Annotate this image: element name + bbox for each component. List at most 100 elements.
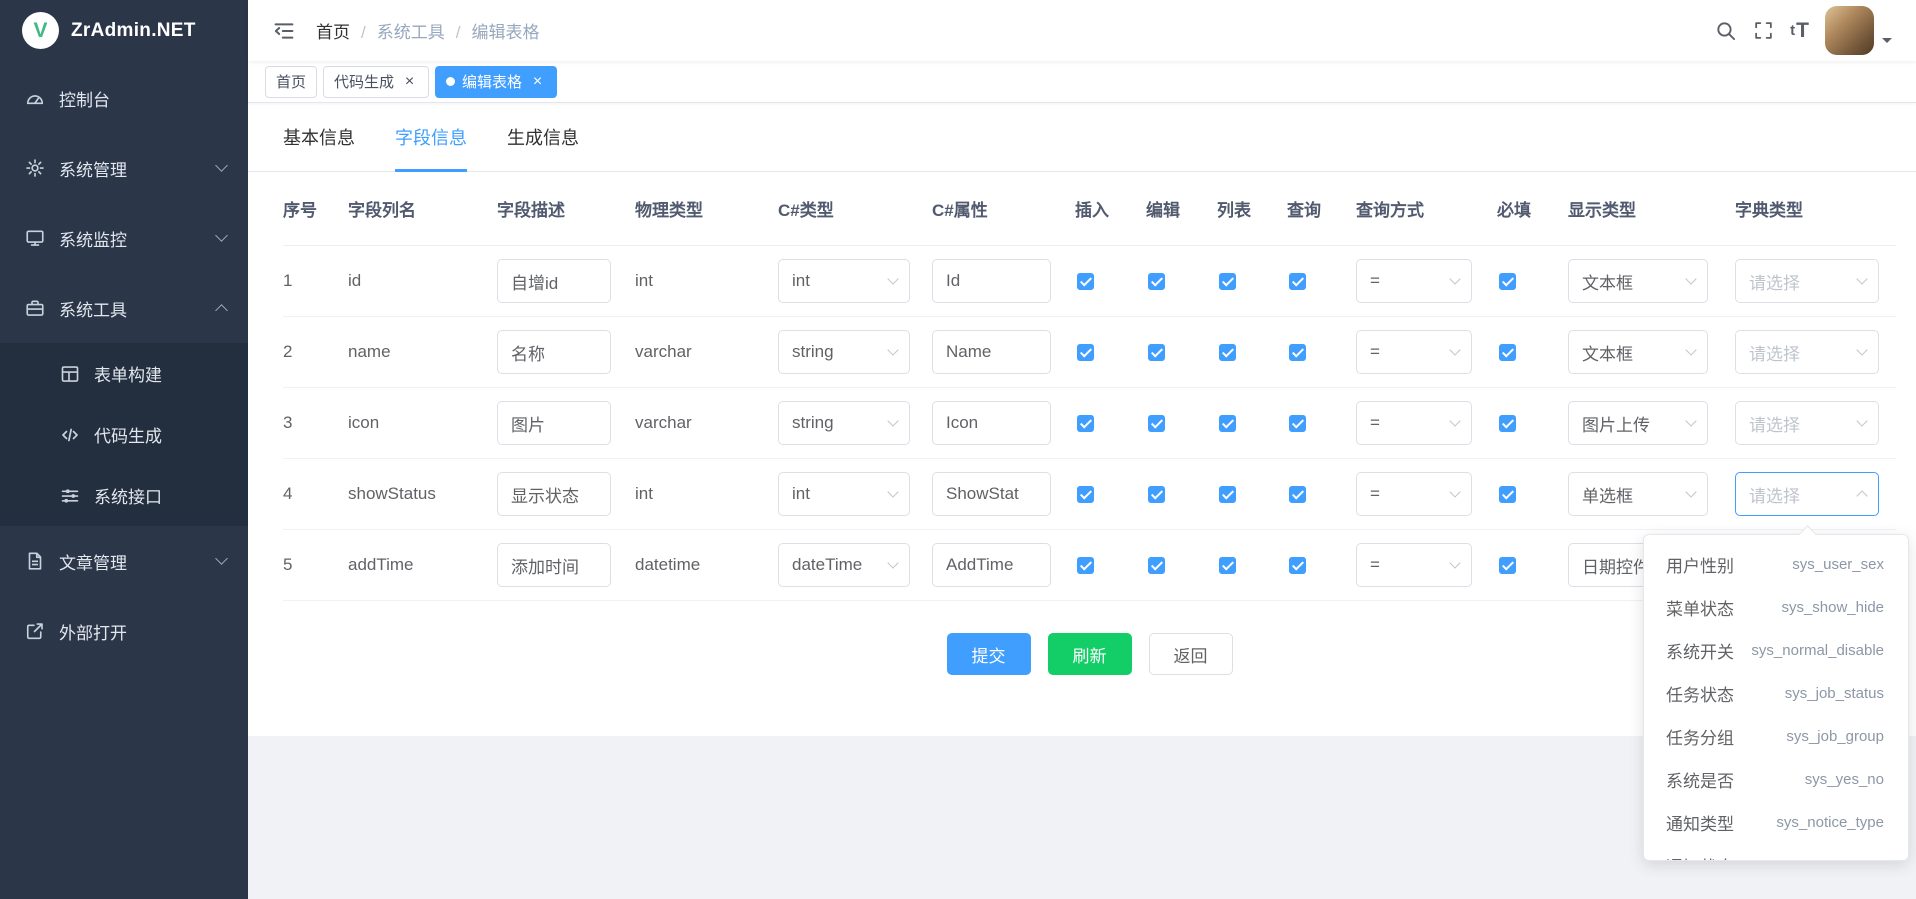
query-mode-select[interactable]: = bbox=[1356, 543, 1472, 587]
required-checkbox[interactable] bbox=[1499, 557, 1516, 574]
navbar-actions bbox=[1715, 6, 1892, 55]
table-row: 1 id 自增id int int Id = 文本框 bbox=[283, 246, 1896, 317]
list-checkbox[interactable] bbox=[1219, 344, 1236, 361]
list-checkbox[interactable] bbox=[1219, 557, 1236, 574]
query-checkbox[interactable] bbox=[1289, 273, 1306, 290]
required-checkbox[interactable] bbox=[1499, 344, 1516, 361]
breadcrumb-item[interactable]: 系统工具 bbox=[350, 18, 445, 43]
fullscreen-icon[interactable] bbox=[1753, 20, 1774, 41]
csharp-attr-input[interactable]: AddTime bbox=[932, 543, 1051, 587]
csharp-attr-input[interactable]: Name bbox=[932, 330, 1051, 374]
sidebar-menu-item[interactable]: 文章管理 bbox=[0, 526, 248, 596]
display-type-select[interactable]: 文本框 bbox=[1568, 259, 1708, 303]
list-checkbox[interactable] bbox=[1219, 415, 1236, 432]
sidebar-menu-item[interactable]: 系统工具 bbox=[0, 273, 248, 343]
display-type-select[interactable]: 图片上传 bbox=[1568, 401, 1708, 445]
sidebar-menu-item[interactable]: 系统管理 bbox=[0, 133, 248, 203]
edit-checkbox[interactable] bbox=[1148, 486, 1165, 503]
dict-option[interactable]: 任务状态 sys_job_status bbox=[1644, 672, 1908, 715]
insert-checkbox[interactable] bbox=[1077, 486, 1094, 503]
breadcrumb-item[interactable]: 编辑表格 bbox=[445, 18, 540, 43]
tag-close-icon[interactable]: × bbox=[529, 73, 546, 90]
row-index: 4 bbox=[283, 484, 348, 504]
search-icon[interactable] bbox=[1715, 20, 1737, 42]
query-mode-select[interactable]: = bbox=[1356, 472, 1472, 516]
tab[interactable]: 生成信息 bbox=[507, 103, 579, 172]
query-mode-select[interactable]: = bbox=[1356, 330, 1472, 374]
font-size-icon[interactable] bbox=[1790, 19, 1809, 43]
sidebar-toggle-icon[interactable] bbox=[272, 19, 296, 43]
display-type-select[interactable]: 文本框 bbox=[1568, 330, 1708, 374]
insert-checkbox[interactable] bbox=[1077, 415, 1094, 432]
csharp-attr-input[interactable]: Id bbox=[932, 259, 1051, 303]
dict-type-select[interactable]: 请选择 bbox=[1735, 330, 1879, 374]
sidebar-menu-item[interactable]: 外部打开 bbox=[0, 596, 248, 666]
tag-close-icon[interactable]: × bbox=[401, 73, 418, 90]
dict-option[interactable]: 菜单状态 sys_show_hide bbox=[1644, 586, 1908, 629]
display-type-select[interactable]: 单选框 bbox=[1568, 472, 1708, 516]
dict-type-select[interactable]: 请选择 bbox=[1735, 472, 1879, 516]
csharp-type-select[interactable]: int bbox=[778, 259, 910, 303]
edit-checkbox[interactable] bbox=[1148, 557, 1165, 574]
dict-option[interactable]: 系统是否 sys_yes_no bbox=[1644, 758, 1908, 801]
table-row: 3 icon 图片 varchar string Icon = bbox=[283, 388, 1896, 459]
chevron-down-icon bbox=[1856, 344, 1867, 355]
query-checkbox[interactable] bbox=[1289, 486, 1306, 503]
csharp-attr-input[interactable]: ShowStat bbox=[932, 472, 1051, 516]
tab[interactable]: 字段信息 bbox=[395, 103, 467, 172]
dict-type-select[interactable]: 请选择 bbox=[1735, 401, 1879, 445]
csharp-type-select[interactable]: string bbox=[778, 330, 910, 374]
query-checkbox[interactable] bbox=[1289, 344, 1306, 361]
csharp-type-select[interactable]: dateTime bbox=[778, 543, 910, 587]
list-checkbox[interactable] bbox=[1219, 273, 1236, 290]
edit-checkbox[interactable] bbox=[1148, 273, 1165, 290]
dict-option[interactable]: 用户性别 sys_user_sex bbox=[1644, 543, 1908, 586]
sidebar-menu-item[interactable]: 代码生成 bbox=[0, 404, 248, 465]
action-button[interactable]: 提交 bbox=[947, 633, 1031, 675]
sidebar-menu-item[interactable]: 控制台 bbox=[0, 63, 248, 133]
query-checkbox[interactable] bbox=[1289, 557, 1306, 574]
sidebar: V ZrAdmin.NET 控制台 系统管理 系统监控 bbox=[0, 0, 248, 899]
action-button[interactable]: 返回 bbox=[1149, 633, 1233, 675]
sidebar-menu-item[interactable]: 系统监控 bbox=[0, 203, 248, 273]
sidebar-menu-item[interactable]: 表单构建 bbox=[0, 343, 248, 404]
dict-type-select[interactable]: 请选择 bbox=[1735, 259, 1879, 303]
dict-option[interactable]: 任务分组 sys_job_group bbox=[1644, 715, 1908, 758]
insert-checkbox[interactable] bbox=[1077, 557, 1094, 574]
sidebar-menu-item[interactable]: 系统接口 bbox=[0, 465, 248, 526]
dict-option[interactable]: 通知类型 sys_notice_type bbox=[1644, 801, 1908, 844]
required-checkbox[interactable] bbox=[1499, 415, 1516, 432]
insert-checkbox[interactable] bbox=[1077, 273, 1094, 290]
insert-checkbox[interactable] bbox=[1077, 344, 1094, 361]
query-checkbox[interactable] bbox=[1289, 415, 1306, 432]
dict-option[interactable]: 系统开关 sys_normal_disable bbox=[1644, 629, 1908, 672]
edit-checkbox[interactable] bbox=[1148, 415, 1165, 432]
csharp-type-select[interactable]: int bbox=[778, 472, 910, 516]
column-desc-input[interactable]: 添加时间 bbox=[497, 543, 611, 587]
query-mode-select[interactable]: = bbox=[1356, 401, 1472, 445]
dict-option[interactable]: 通知状态 bbox=[1644, 844, 1908, 861]
required-checkbox[interactable] bbox=[1499, 273, 1516, 290]
csharp-attr-input[interactable]: Icon bbox=[932, 401, 1051, 445]
table-header-cell: 插入 bbox=[1075, 196, 1146, 221]
csharp-type-select[interactable]: string bbox=[778, 401, 910, 445]
column-desc-input[interactable]: 显示状态 bbox=[497, 472, 611, 516]
column-desc-input[interactable]: 名称 bbox=[497, 330, 611, 374]
table-header-cell: 字段描述 bbox=[497, 196, 635, 221]
edit-checkbox[interactable] bbox=[1148, 344, 1165, 361]
tag-chip[interactable]: 首页 × bbox=[265, 66, 317, 98]
tab[interactable]: 基本信息 bbox=[283, 103, 355, 172]
tag-chip[interactable]: 编辑表格 × bbox=[435, 66, 557, 98]
query-mode-select[interactable]: = bbox=[1356, 259, 1472, 303]
avatar[interactable] bbox=[1825, 6, 1874, 55]
breadcrumb-item[interactable]: 首页 bbox=[316, 18, 350, 43]
action-button[interactable]: 刷新 bbox=[1048, 633, 1132, 675]
column-desc-input[interactable]: 图片 bbox=[497, 401, 611, 445]
table-row: 2 name 名称 varchar string Name = bbox=[283, 317, 1896, 388]
logo[interactable]: V ZrAdmin.NET bbox=[0, 0, 248, 61]
tag-chip[interactable]: 代码生成 × bbox=[323, 66, 429, 98]
column-desc-input[interactable]: 自增id bbox=[497, 259, 611, 303]
required-checkbox[interactable] bbox=[1499, 486, 1516, 503]
list-checkbox[interactable] bbox=[1219, 486, 1236, 503]
caret-down-icon[interactable] bbox=[1882, 38, 1892, 48]
